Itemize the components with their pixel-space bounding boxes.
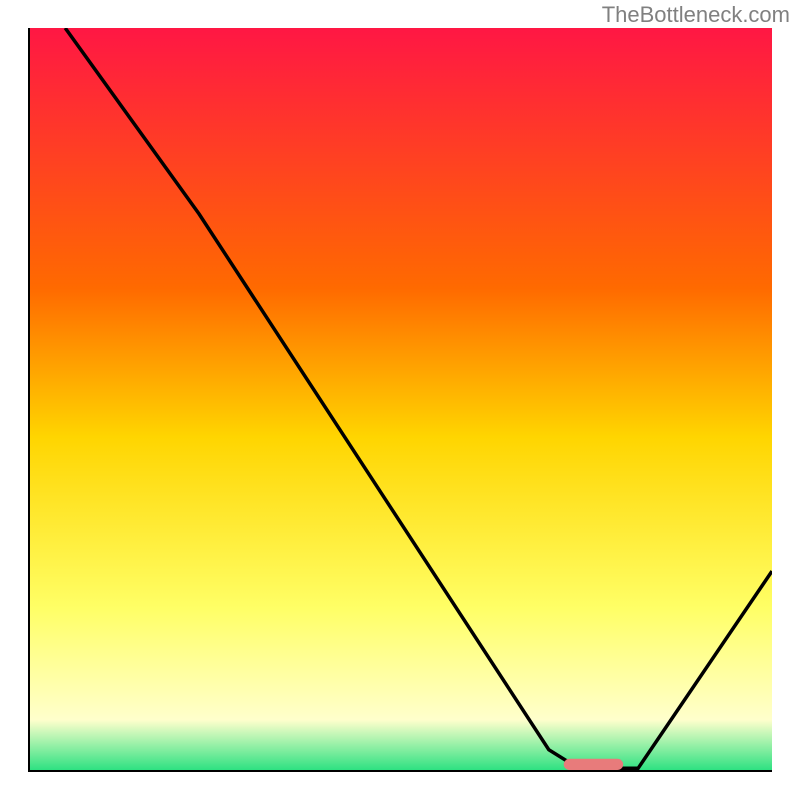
- chart-background: [28, 28, 772, 772]
- watermark-text: TheBottleneck.com: [602, 2, 790, 28]
- chart-svg: [28, 28, 772, 772]
- chart-container: [28, 28, 772, 772]
- optimum-marker: [564, 759, 624, 770]
